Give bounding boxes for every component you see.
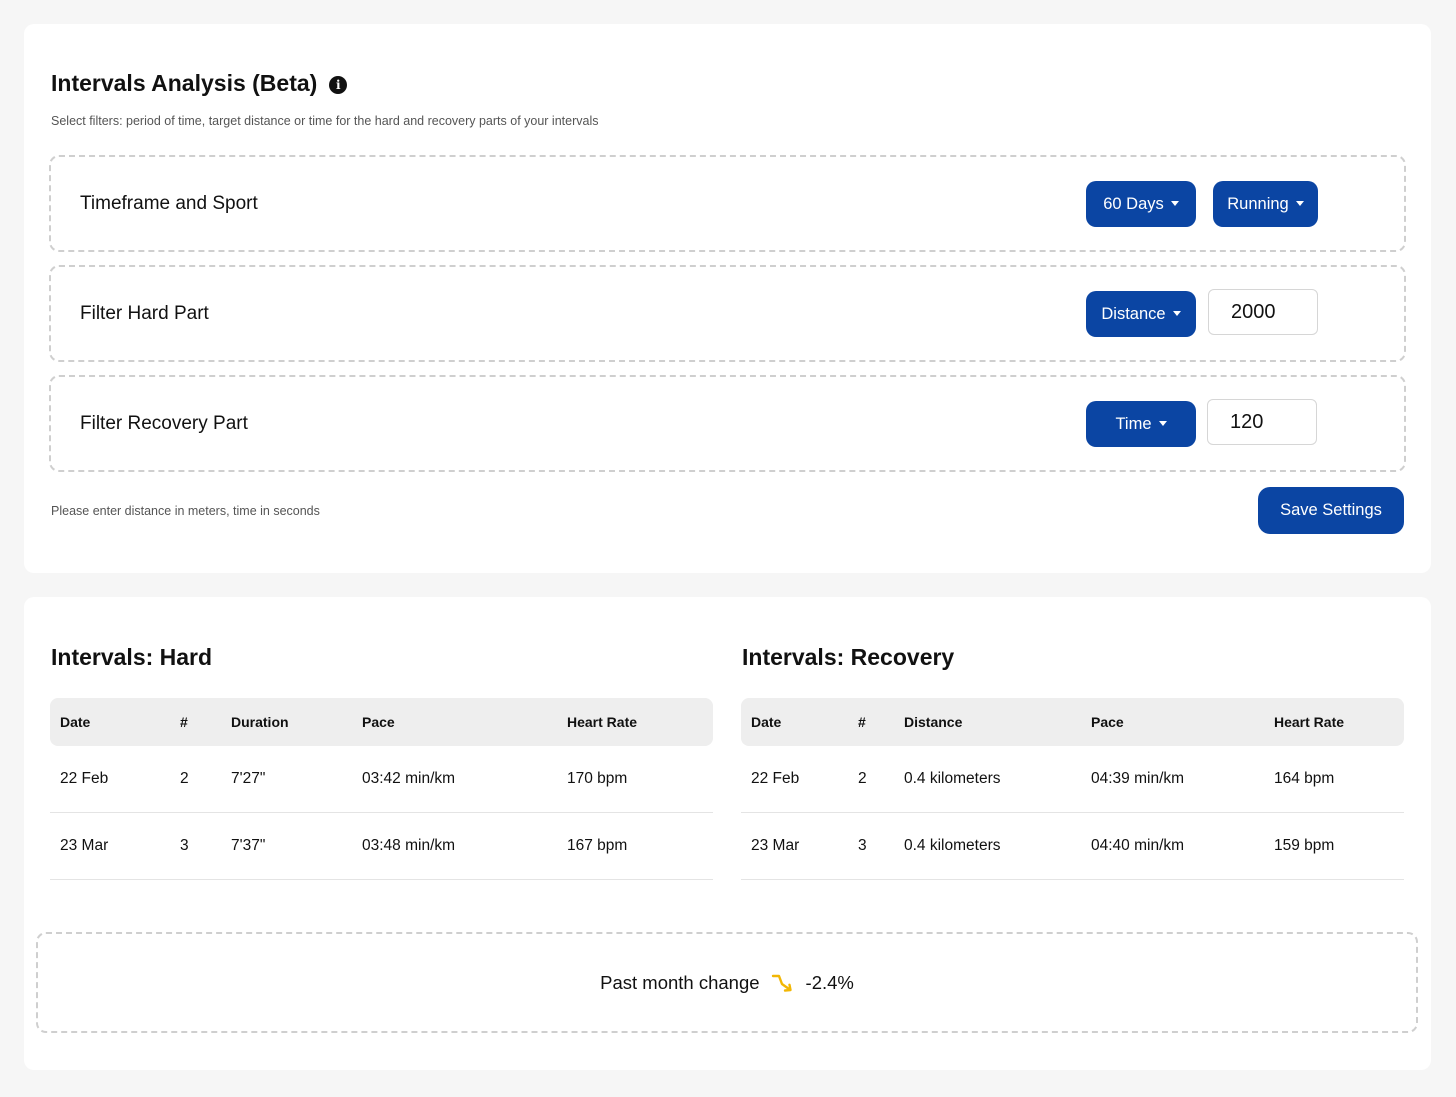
cell-pace: 03:48 min/km (362, 837, 456, 854)
sport-dropdown[interactable]: Running (1213, 181, 1318, 227)
cell-number: 2 (858, 770, 867, 787)
column-header: Date (60, 714, 91, 730)
table-row: 23 Mar 3 0.4 kilometers 04:40 min/km 159… (741, 813, 1404, 880)
cell-heart-rate: 167 bpm (567, 837, 628, 854)
table-row: 23 Mar 3 7'37" 03:48 min/km 167 bpm (50, 813, 713, 880)
page-title: Intervals Analysis (Beta) (51, 70, 318, 96)
cell-date: 23 Mar (60, 837, 109, 854)
hard-filter-box: Filter Hard Part Distance (49, 265, 1406, 362)
recovery-type-dropdown-label: Time (1115, 414, 1152, 433)
cell-distance: 0.4 kilometers (904, 770, 1001, 787)
chevron-down-icon (1172, 310, 1181, 316)
table-row: 22 Feb 2 0.4 kilometers 04:39 min/km 164… (741, 746, 1404, 813)
hard-type-dropdown-label: Distance (1101, 304, 1166, 323)
column-header: Pace (362, 714, 395, 730)
units-hint: Please enter distance in meters, time in… (51, 504, 320, 518)
column-header: Distance (904, 714, 963, 730)
table-header: Date # Distance Pace Heart Rate (741, 698, 1404, 746)
chevron-down-icon (1158, 420, 1167, 426)
trend-down-icon (770, 972, 796, 994)
table-row: 22 Feb 2 7'27" 03:42 min/km 170 bpm (50, 746, 713, 813)
change-label: Past month change (600, 971, 760, 993)
cell-number: 2 (180, 770, 189, 787)
cell-duration: 7'27" (231, 770, 266, 787)
column-header: Pace (1091, 714, 1124, 730)
cell-heart-rate: 159 bpm (1274, 837, 1335, 854)
timeframe-dropdown-label: 60 Days (1103, 194, 1164, 213)
table-header: Date # Duration Pace Heart Rate (50, 698, 713, 746)
hard-type-dropdown[interactable]: Distance (1086, 291, 1196, 337)
hard-value-input[interactable] (1208, 289, 1318, 335)
cell-heart-rate: 164 bpm (1274, 770, 1335, 787)
cell-pace: 03:42 min/km (362, 770, 456, 787)
timeframe-sport-box: Timeframe and Sport 60 Days Running (49, 155, 1406, 252)
results-card: Intervals: Hard Date # Duration Pace Hea… (24, 597, 1431, 1070)
timeframe-sport-label: Timeframe and Sport (80, 193, 258, 214)
hard-filter-label: Filter Hard Part (80, 303, 209, 324)
chevron-down-icon (1170, 200, 1179, 206)
page-subtitle: Select filters: period of time, target d… (51, 114, 599, 128)
settings-card: Intervals Analysis (Beta) i Select filte… (24, 24, 1431, 573)
column-header: Heart Rate (567, 714, 638, 730)
timeframe-dropdown[interactable]: 60 Days (1086, 181, 1196, 227)
column-header: # (180, 714, 188, 730)
cell-pace: 04:40 min/km (1091, 837, 1185, 854)
recovery-value-input[interactable] (1207, 399, 1317, 445)
cell-number: 3 (858, 837, 867, 854)
recovery-filter-box: Filter Recovery Part Time (49, 375, 1406, 472)
column-header: Heart Rate (1274, 714, 1345, 730)
cell-pace: 04:39 min/km (1091, 770, 1185, 787)
cell-duration: 7'37" (231, 837, 266, 854)
recovery-filter-label: Filter Recovery Part (80, 413, 248, 434)
recovery-section-title: Intervals: Recovery (742, 644, 955, 670)
cell-date: 23 Mar (751, 837, 800, 854)
recovery-table: Date # Distance Pace Heart Rate 22 Feb 2… (741, 698, 1404, 880)
save-settings-button[interactable]: Save Settings (1258, 487, 1404, 534)
cell-heart-rate: 170 bpm (567, 770, 628, 787)
past-month-change-box: Past month change -2.4% (36, 932, 1418, 1033)
cell-date: 22 Feb (60, 770, 109, 787)
chevron-down-icon (1295, 200, 1304, 206)
sport-dropdown-label: Running (1227, 194, 1289, 213)
column-header: Date (751, 714, 782, 730)
hard-section-title: Intervals: Hard (51, 644, 213, 670)
info-icon[interactable]: i (329, 75, 348, 94)
column-header: # (858, 714, 866, 730)
change-value: -2.4% (805, 971, 854, 993)
cell-distance: 0.4 kilometers (904, 837, 1001, 854)
title-row: Intervals Analysis (Beta) i (51, 70, 348, 97)
column-header: Duration (231, 714, 289, 730)
cell-number: 3 (180, 837, 189, 854)
hard-table: Date # Duration Pace Heart Rate 22 Feb 2… (50, 698, 713, 880)
recovery-type-dropdown[interactable]: Time (1086, 401, 1196, 447)
cell-date: 22 Feb (751, 770, 800, 787)
